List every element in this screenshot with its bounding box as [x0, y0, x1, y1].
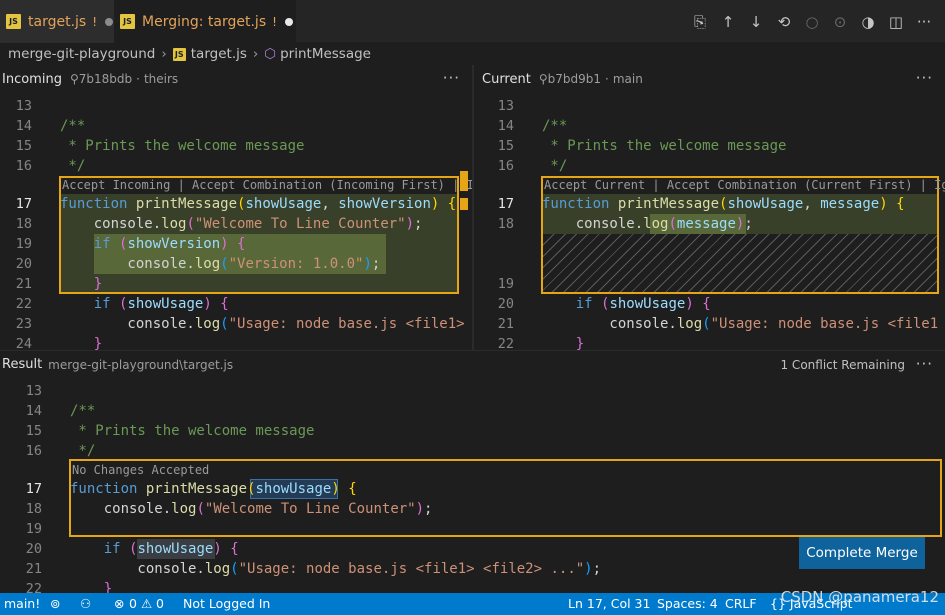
current-editor[interactable]: 13 14 15 16 17 18 19 20 21 22 /** * Prin… — [474, 94, 945, 350]
open-file-icon[interactable]: ⎘ — [689, 11, 711, 33]
warning-icon: ⚠ — [141, 596, 153, 611]
status-bar: main! ⊚ ⚇ ⊗ 0 ⚠ 0 Not Logged In Ln 17, C… — [0, 593, 945, 615]
split-editor-icon[interactable]: ◫ — [885, 11, 907, 33]
method-symbol-icon: ⬡ — [264, 46, 277, 62]
tab-label: Merging: target.js — [142, 13, 267, 30]
breadcrumb-file[interactable]: target.js — [191, 46, 247, 62]
incoming-branch: theirs — [143, 72, 179, 86]
complete-merge-button[interactable]: Complete Merge — [799, 537, 925, 569]
chevron-right-icon: › — [161, 46, 167, 62]
incoming-pane-header: Incoming ⚲ 7b18bdb · theirs ··· — [0, 65, 472, 93]
editor-toolbar: ⎘ ↑ ↓ ⟲ ○ ⊙ ◑ ◫ ··· — [689, 0, 945, 43]
incoming-codelens[interactable]: Accept Incoming | Accept Combination (In… — [62, 176, 472, 194]
chevron-right-icon: › — [252, 46, 259, 62]
conflicts-remaining[interactable]: 1 Conflict Remaining — [780, 358, 905, 372]
login-status[interactable]: Not Logged In — [183, 593, 270, 615]
warning-count[interactable]: 0 — [156, 593, 164, 615]
arrow-up-icon[interactable]: ↑ — [717, 11, 739, 33]
arrow-down-icon[interactable]: ↓ — [745, 11, 767, 33]
current-pane-header: Current ⚲ b7bd9b1 · main ··· — [474, 65, 945, 93]
result-title: Result — [2, 357, 43, 372]
current-commit: b7bd9b1 — [547, 72, 601, 86]
unsaved-dot-icon — [284, 17, 293, 26]
tab-label: target.js — [28, 13, 87, 30]
cursor-position[interactable]: Ln 17, Col 31 — [568, 593, 650, 615]
breadcrumb-symbol[interactable]: printMessage — [280, 46, 371, 62]
more-actions-icon[interactable]: ··· — [443, 69, 460, 87]
result-pane-header: Result merge-git-playground\target.js 1 … — [0, 350, 945, 378]
incoming-editor[interactable]: 13 14 15 16 17 18 19 20 21 22 23 24 /** … — [0, 94, 472, 350]
current-codelens[interactable]: Accept Current | Accept Combination (Cur… — [544, 176, 945, 194]
modified-marker: ! — [92, 14, 98, 29]
more-icon[interactable]: ··· — [913, 11, 935, 33]
incoming-commit: 7b18bdb — [78, 72, 133, 86]
indentation[interactable]: Spaces: 4 — [657, 593, 718, 615]
more-actions-icon[interactable]: ··· — [916, 69, 933, 87]
tab-bar: JS target.js ! JS Merging: target.js ! ⎘… — [0, 0, 945, 43]
tab-merging-target-js[interactable]: JS Merging: target.js ! — [114, 0, 296, 43]
commit-icon: ⚲ — [538, 72, 548, 86]
incoming-title: Incoming — [2, 71, 62, 87]
circle-icon[interactable]: ○ — [801, 11, 823, 33]
error-count[interactable]: 0 — [129, 593, 137, 615]
branch-status[interactable]: main! — [4, 593, 40, 615]
javascript-file-icon: JS — [120, 14, 135, 29]
unsaved-dot-icon — [105, 17, 114, 26]
live-share-icon[interactable]: ⚇ — [80, 593, 91, 615]
circle-arrow-icon[interactable]: ⊙ — [829, 11, 851, 33]
breadcrumb-folder[interactable]: merge-git-playground — [8, 46, 155, 62]
sync-icon[interactable]: ⊚ — [50, 593, 60, 615]
javascript-file-icon: JS — [172, 47, 186, 61]
result-codelens[interactable]: No Changes Accepted — [72, 461, 209, 479]
accept-icon[interactable]: ⟲ — [773, 11, 795, 33]
javascript-file-icon: JS — [6, 14, 21, 29]
language-mode[interactable]: {} JavaScript — [770, 593, 853, 615]
error-icon: ⊗ — [114, 596, 125, 611]
more-actions-icon[interactable]: ··· — [916, 355, 933, 373]
tab-target-js[interactable]: JS target.js ! — [0, 0, 114, 43]
commit-icon: ⚲ — [69, 72, 79, 86]
toggle-icon[interactable]: ◑ — [857, 11, 879, 33]
breadcrumb: merge-git-playground › JS target.js › ⬡ … — [0, 43, 945, 65]
line-ending[interactable]: CRLF — [725, 593, 757, 615]
result-path: merge-git-playground\target.js — [48, 357, 234, 372]
current-title: Current — [482, 71, 531, 87]
modified-marker: ! — [272, 14, 277, 29]
current-branch: main — [612, 72, 643, 86]
